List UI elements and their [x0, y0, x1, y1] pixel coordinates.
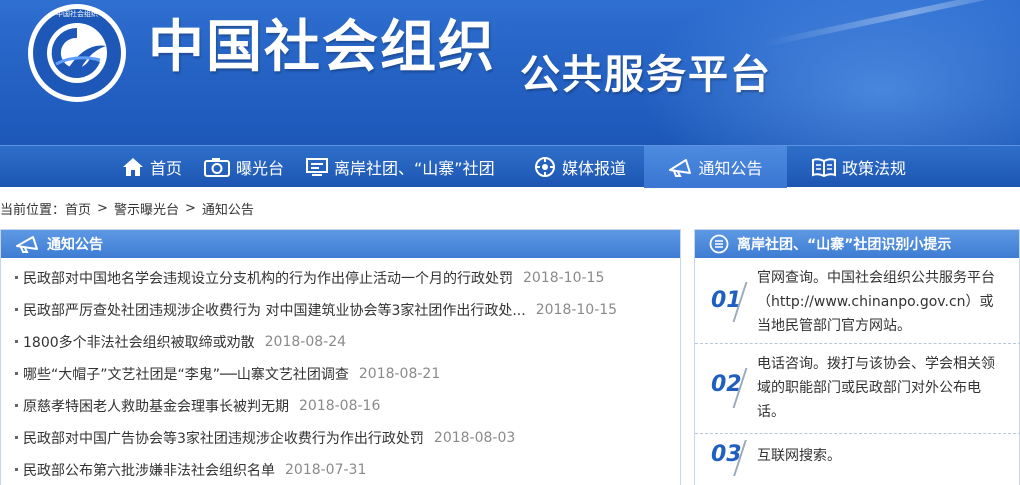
- notice-date: 2018-07-31: [285, 462, 367, 478]
- nav-item-label: 首页: [150, 159, 183, 178]
- breadcrumb-separator: >: [184, 200, 196, 216]
- tips-panel-title: 离岸社团、“山寨”社团识别小提示: [737, 237, 952, 253]
- tip-item: 02 电话咨询。拨打与该协会、学会相关领域的职能部门或民政部门对外公布电话。: [695, 344, 1020, 434]
- breadcrumb-current: 通知公告: [201, 202, 254, 218]
- nav-item-label: 政策法规: [842, 159, 907, 178]
- notice-date: 2018-08-21: [358, 366, 441, 382]
- tip-text: 官网查询。中国社会组织公共服务平台（http://www.chinanpo.go…: [757, 270, 995, 334]
- book-icon: [812, 158, 836, 177]
- nav-item-home[interactable]: 首页: [122, 146, 182, 188]
- notice-panel: 通知公告 民政部对中国地名学会违规设立分支机构的行为作出停止活动一个月的行政处罚…: [0, 229, 681, 485]
- notice-date: 2018-10-15: [535, 302, 618, 318]
- notice-date: 2018-08-16: [299, 398, 381, 414]
- notice-title[interactable]: 1800多个非法社会组织被取缔或劝散: [23, 332, 255, 352]
- camera-icon: [204, 158, 230, 177]
- site-logo[interactable]: 中国社会组织: [26, 2, 128, 104]
- monitor-icon: [306, 158, 328, 176]
- tips-panel: 离岸社团、“山寨”社团识别小提示 01 官网查询。中国社会组织公共服务平台（ht…: [694, 229, 1020, 485]
- notice-date: 2018-08-24: [264, 334, 347, 350]
- nav-item-label: 曝光台: [236, 159, 285, 178]
- site-title: 中国社会组织: [148, 15, 496, 80]
- media-icon: [535, 157, 555, 177]
- notice-title[interactable]: 哪些“大帽子”文艺社团是“李鬼”──山寨文艺社团调查: [23, 364, 349, 384]
- nav-item-exposure[interactable]: 曝光台: [204, 146, 284, 188]
- nav-item-offshore[interactable]: 离岸社团、“山寨”社团: [306, 146, 495, 188]
- notice-panel-header: 通知公告: [1, 230, 680, 258]
- megaphone-icon: [16, 236, 38, 253]
- breadcrumb-separator: >: [97, 200, 108, 216]
- notice-date: 2018-08-03: [433, 430, 516, 446]
- breadcrumb-prefix: 当前位置：: [0, 202, 66, 218]
- notice-title[interactable]: 民政部对中国广告协会等3家社团违规涉企收费行为作出行政处罚: [23, 428, 424, 448]
- notice-title[interactable]: 原慈孝特困老人救助基金会理事长被判无期: [23, 396, 289, 416]
- nav-item-label: 媒体报道: [562, 159, 627, 178]
- notice-list: 民政部对中国地名学会违规设立分支机构的行为作出停止活动一个月的行政处罚 2018…: [1, 258, 680, 485]
- nav-item-media[interactable]: 媒体报道: [534, 146, 626, 188]
- notice-item[interactable]: 民政部对中国地名学会违规设立分支机构的行为作出停止活动一个月的行政处罚 2018…: [1, 262, 680, 294]
- notice-title[interactable]: 民政部对中国地名学会违规设立分支机构的行为作出停止活动一个月的行政处罚: [23, 268, 513, 288]
- nav-item-policy[interactable]: 政策法规: [812, 146, 906, 188]
- svg-text:中国社会组织: 中国社会组织: [56, 9, 98, 18]
- notice-item[interactable]: 民政部公布第六批涉嫌非法社会组织名单 2018-07-31: [1, 454, 680, 485]
- nav-item-notices[interactable]: 通知公告: [644, 146, 787, 188]
- tip-text: 电话咨询。拨打与该协会、学会相关领域的职能部门或民政部门对外公布电话。: [757, 356, 995, 420]
- notice-item[interactable]: 民政部对中国广告协会等3家社团违规涉企收费行为作出行政处罚 2018-08-03: [1, 422, 680, 454]
- tip-item: 03 互联网搜索。: [695, 434, 1020, 485]
- site-banner: 中国社会组织 中国社会组织 公共服务平台: [0, 0, 1020, 145]
- nav-item-label: 通知公告: [698, 159, 763, 178]
- notice-item[interactable]: 民政部严厉查处社团违规涉企收费行为 对中国建筑业协会等3家社团作出行政处... …: [1, 294, 680, 326]
- breadcrumb-exposure-link[interactable]: 警示曝光台: [114, 199, 179, 218]
- main-nav: 首页 曝光台 离岸社团、“山寨”社团 媒体报道 通知公告 政策法规: [0, 145, 1020, 188]
- tip-item: 01 官网查询。中国社会组织公共服务平台（http://www.chinanpo…: [695, 258, 1020, 344]
- notice-title[interactable]: 民政部公布第六批涉嫌非法社会组织名单: [23, 460, 275, 480]
- notice-item[interactable]: 哪些“大帽子”文艺社团是“李鬼”──山寨文艺社团调查 2018-08-21: [1, 358, 680, 390]
- home-icon: [123, 158, 143, 176]
- breadcrumb: 当前位置： 首页 > 警示曝光台 > 通知公告: [0, 198, 254, 218]
- tip-text: 互联网搜索。: [757, 448, 841, 464]
- list-circle-icon: [709, 234, 729, 254]
- notice-item[interactable]: 1800多个非法社会组织被取缔或劝散 2018-08-24: [1, 326, 680, 358]
- tips-panel-header: 离岸社团、“山寨”社团识别小提示: [695, 230, 1019, 258]
- breadcrumb-home-link[interactable]: 首页: [65, 199, 91, 218]
- notice-title[interactable]: 民政部严厉查处社团违规涉企收费行为 对中国建筑业协会等3家社团作出行政处...: [23, 300, 526, 320]
- site-subtitle: 公共服务平台: [520, 52, 772, 98]
- nav-item-label: 离岸社团、“山寨”社团: [334, 159, 495, 178]
- notice-item[interactable]: 原慈孝特困老人救助基金会理事长被判无期 2018-08-16: [1, 390, 680, 422]
- megaphone-icon: [669, 159, 692, 177]
- notice-date: 2018-10-15: [523, 270, 605, 286]
- notice-panel-title: 通知公告: [47, 237, 103, 253]
